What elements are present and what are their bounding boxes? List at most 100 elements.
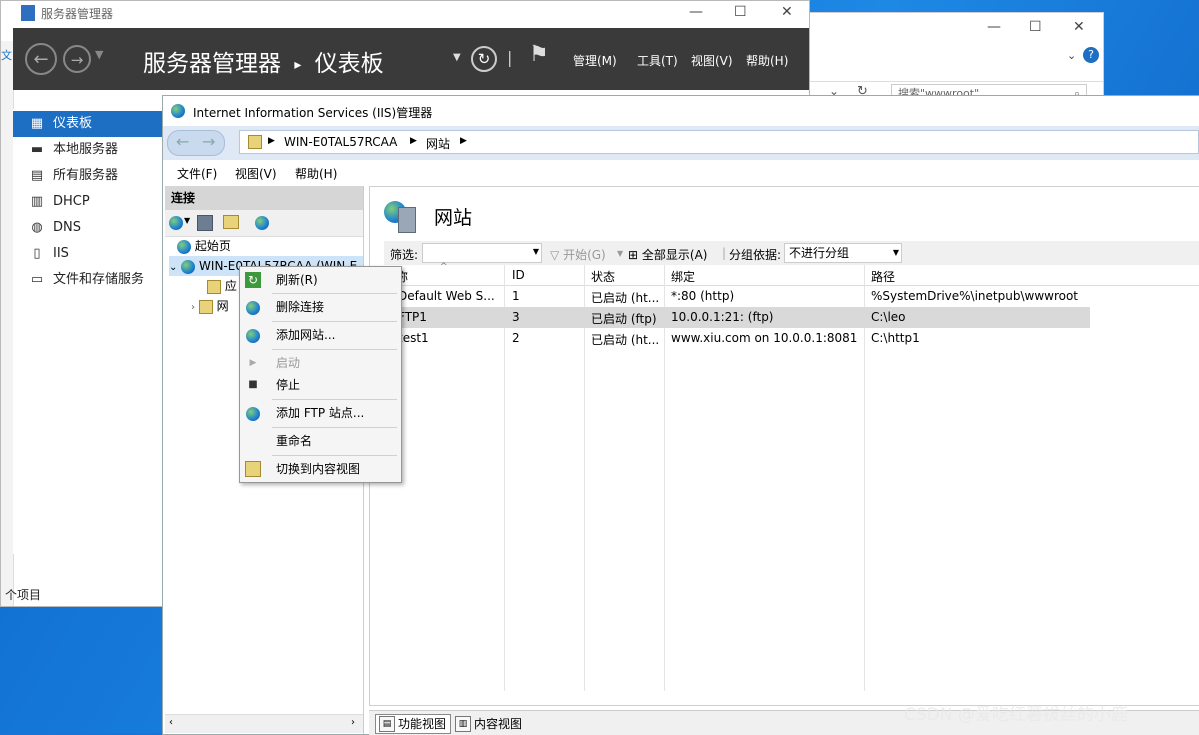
filter-start-label: 开始(G) [563,248,606,262]
save-icon[interactable] [197,215,213,231]
watermark-text: CSDN @爱吃红薯拔丝的小鹿 [904,705,1128,725]
forward-button[interactable]: → [202,132,215,151]
menu-manage[interactable]: 管理(M) [573,52,617,69]
sidebar-item-storage[interactable]: ▭ 文件和存储服务 [13,267,163,293]
connect-icon[interactable] [169,216,183,230]
breadcrumb-sites[interactable]: 网站 [426,135,450,152]
site-binding: www.xiu.com on 10.0.0.1:8081 ... [671,331,861,345]
site-status: 已启动 (ftp) [591,312,657,326]
back-button[interactable]: ← [25,43,57,75]
close-icon[interactable]: ✕ [781,4,793,20]
menu-item-delete-connection[interactable]: 删除连接 [240,296,401,318]
folder-icon [248,135,262,149]
chevron-right-icon[interactable]: › [351,717,355,728]
sidebar-item-dhcp[interactable]: ▥ DHCP [13,189,163,215]
column-header-status[interactable]: 状态 [591,268,615,285]
tab-content-view[interactable]: ▥ 内容视图 [451,714,527,734]
sidebar-item-dns[interactable]: ◍ DNS [13,215,163,241]
tree-item-sites[interactable]: › 网 [191,296,229,316]
close-icon[interactable]: ✕ [1073,19,1085,35]
chevron-down-icon[interactable]: ▼ [617,249,623,258]
tab-features-view[interactable]: ▤ 功能视图 [375,714,452,734]
chevron-down-icon[interactable]: ⌄ [1067,49,1076,62]
refresh-icon: ↻ [245,272,261,288]
chevron-down-icon[interactable]: ▼ [533,247,539,256]
sites-pane: 网站 筛选: ▼ ▽ 开始(G) ▼ ⊞ 全部显示(A) | 分组依据: 不进行… [369,186,1199,706]
tree-item-start-page[interactable]: 起始页 [177,236,231,256]
chevron-left-icon[interactable]: ‹ [169,717,173,728]
maximize-icon[interactable]: ☐ [734,4,747,20]
refresh-button[interactable]: ↻ [471,46,497,72]
chevron-right-icon[interactable]: ▶ [268,136,275,146]
content-view-icon: ▥ [455,716,471,732]
sidebar-item-iis[interactable]: ▯ IIS [13,241,163,267]
chevron-right-icon[interactable]: ▶ [460,136,467,146]
menu-item-refresh[interactable]: ↻ 刷新(R) [240,269,401,291]
chevron-right-icon[interactable]: ▶ [410,136,417,146]
menu-item-add-ftp[interactable]: 添加 FTP 站点... [240,402,401,424]
server-icon [181,259,196,274]
page-title: 服务器管理器 ▸ 仪表板 [143,44,384,78]
menu-item-label: 添加网站... [276,328,336,342]
sidebar-item-label: 仪表板 [53,116,93,131]
menu-item-switch-content-view[interactable]: 切换到内容视图 [240,458,401,480]
column-header-binding[interactable]: 绑定 [671,268,695,285]
table-row[interactable]: FTP1 3 已启动 (ftp) 10.0.0.1:21: (ftp) C:\l… [384,307,1090,328]
minimize-icon[interactable]: — [987,19,1001,35]
breadcrumb-separator-icon: ▸ [294,56,302,73]
tab-label: 功能视图 [398,717,447,731]
chevron-down-icon[interactable]: ⌄ [169,262,177,273]
title-bar: 服务器管理器 — ☐ ✕ [1,1,809,27]
chevron-down-icon[interactable]: ▼ [95,48,103,61]
chevron-down-icon[interactable]: ▼ [184,216,190,225]
filter-input[interactable]: ▼ [422,243,542,263]
menu-tools[interactable]: 工具(T) [637,52,678,69]
chevron-right-icon[interactable]: › [191,302,195,313]
dns-icon: ◍ [31,220,43,235]
horizontal-scrollbar[interactable]: ‹ › [165,714,363,733]
table-row[interactable]: Default Web S... 1 已启动 (ht... *:80 (http… [384,286,1090,307]
add-ftp-icon [245,405,261,421]
filter-bar: 筛选: ▼ ▽ 开始(G) ▼ ⊞ 全部显示(A) | 分组依据: 不进行分组 … [384,241,1199,266]
forward-button[interactable]: → [63,45,91,73]
sidebar-item-dashboard[interactable]: ▦ 仪表板 [13,111,163,137]
tree-item-app-pools[interactable]: 应 [207,276,237,296]
chevron-down-icon[interactable]: ▼ [453,52,461,63]
menu-item-rename[interactable]: 重命名 [240,430,401,452]
sidebar-item-all-servers[interactable]: ▤ 所有服务器 [13,163,163,189]
table-row[interactable]: test1 2 已启动 (ht... www.xiu.com on 10.0.0… [384,328,1090,349]
menu-view[interactable]: 视图(V) [235,165,277,182]
menu-item-stop[interactable]: ■ 停止 [240,374,401,396]
menu-separator [272,321,397,322]
column-header-path[interactable]: 路径 [871,268,895,285]
menu-help[interactable]: 帮助(H) [746,52,788,69]
menu-separator [272,399,397,400]
help-icon[interactable]: ? [1083,47,1099,63]
breadcrumb-server[interactable]: WIN-E0TAL57RCAA [284,135,397,149]
column-header-id[interactable]: ID [512,268,525,282]
menu-view[interactable]: 视图(V) [691,52,733,69]
content-view-icon [245,461,261,477]
disconnect-icon[interactable] [255,216,269,230]
show-all-button[interactable]: ⊞ 全部显示(A) [628,246,707,263]
back-button[interactable]: ← [176,132,189,151]
sites-folder-icon [198,299,213,314]
filter-start-button[interactable]: ▽ 开始(G) [550,246,606,263]
sidebar-item-label: 本地服务器 [53,142,119,157]
site-path: C:\http1 [871,331,920,345]
maximize-icon[interactable]: ☐ [1029,19,1042,35]
chevron-down-icon[interactable]: ▼ [893,244,899,262]
table-header: 名称 ^ ID 状态 绑定 路径 [384,262,1199,286]
menu-help[interactable]: 帮助(H) [295,165,337,182]
flag-icon[interactable]: ⚑ [529,42,549,67]
group-by-label: 分组依据: [729,248,782,262]
minimize-icon[interactable]: — [689,4,703,20]
sidebar-item-local-server[interactable]: ▬ 本地服务器 [13,137,163,163]
menu-file[interactable]: 文件(F) [177,165,217,182]
up-folder-icon[interactable] [223,215,239,229]
site-id: 3 [512,310,520,324]
servers-icon: ▤ [30,168,44,183]
menu-item-add-site[interactable]: 添加网站... [240,324,401,346]
divider: | [507,48,513,67]
group-by-select[interactable]: 不进行分组 ▼ [784,243,902,263]
